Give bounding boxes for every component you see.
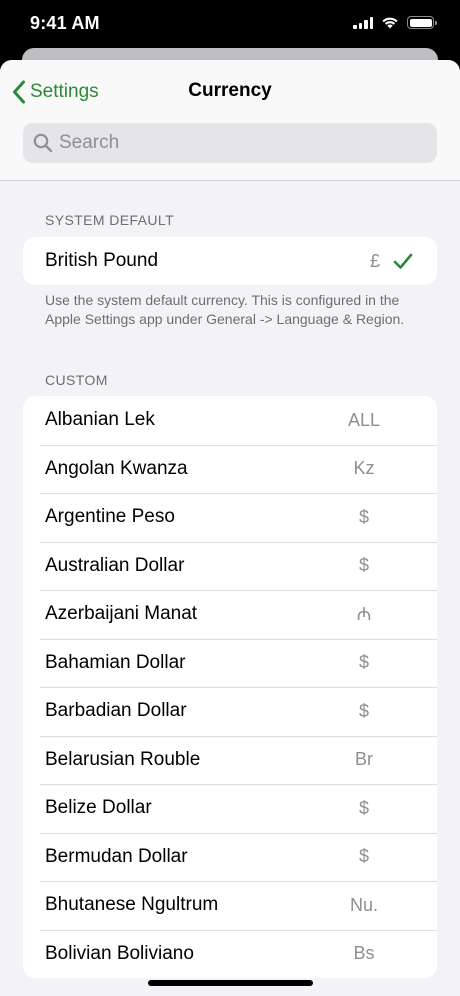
currency-symbol: Kz <box>353 458 375 479</box>
currency-symbol: ALL <box>347 409 381 430</box>
currency-symbol: Br <box>355 749 373 770</box>
status-bar: 9:41 AM <box>0 0 460 50</box>
currency-sheet: Settings Currency SYSTEM DEFAULT British… <box>0 60 460 996</box>
currency-symbol: $ <box>358 506 369 527</box>
currency-symbol: £ <box>369 250 380 271</box>
currency-symbol: $ <box>358 797 369 818</box>
currency-name: Bolivian Boliviano <box>45 942 194 964</box>
currency-symbol: ₼ <box>356 604 372 625</box>
custom-header: CUSTOM <box>45 372 108 388</box>
search-icon <box>33 133 53 153</box>
list-item[interactable]: Bhutanese Ngultrum Nu. <box>23 881 437 930</box>
system-default-row[interactable]: British Pound £ <box>23 237 437 285</box>
list-item[interactable]: Bolivian Boliviano Bs <box>23 929 437 979</box>
list-item[interactable]: Bermudan Dollar $ <box>23 832 437 882</box>
battery-icon <box>407 16 437 29</box>
system-default-group: British Pound £ <box>23 237 437 285</box>
currency-name: Bhutanese Ngultrum <box>45 894 219 916</box>
currency-name: Barbadian Dollar <box>45 700 187 722</box>
currency-name: Belize Dollar <box>45 797 152 819</box>
checkmark-icon <box>393 253 413 269</box>
currency-name: Bermudan Dollar <box>45 845 188 867</box>
list-item[interactable]: Angolan Kwanza Kz <box>23 444 437 494</box>
navigation-bar: Settings Currency <box>0 60 460 181</box>
search-field[interactable] <box>23 123 437 163</box>
list-item[interactable]: Belize Dollar $ <box>23 784 437 833</box>
home-indicator[interactable] <box>148 980 313 986</box>
currency-name: Australian Dollar <box>45 554 185 576</box>
page-title: Currency <box>188 80 272 101</box>
list-item[interactable]: Argentine Peso $ <box>23 493 437 542</box>
status-icons <box>353 16 437 29</box>
currency-symbol: $ <box>358 700 369 721</box>
list-item[interactable]: Australian Dollar $ <box>23 541 437 591</box>
currency-symbol: Bs <box>353 943 375 964</box>
currency-name: Albanian Lek <box>45 409 155 431</box>
currency-symbol: Nu. <box>349 894 378 915</box>
list-item[interactable]: Bahamian Dollar $ <box>23 638 437 688</box>
custom-currency-list: Albanian Lek ALL Angolan Kwanza Kz Argenti… <box>23 396 437 978</box>
list-item[interactable]: Belarusian Rouble Br <box>23 735 437 785</box>
list-item[interactable]: Barbadian Dollar $ <box>23 687 437 736</box>
list-item[interactable]: Albanian Lek ALL <box>23 396 437 445</box>
currency-name: Angolan Kwanza <box>45 457 188 479</box>
currency-symbol: $ <box>358 846 369 867</box>
system-default-header: SYSTEM DEFAULT <box>45 212 175 228</box>
status-time: 9:41 AM <box>30 13 100 33</box>
search-input[interactable] <box>59 132 419 154</box>
list-item[interactable]: Azerbaijani Manat ₼ <box>23 590 437 639</box>
currency-name: Azerbaijani Manat <box>45 603 198 625</box>
currency-name: British Pound <box>45 250 159 271</box>
currency-symbol: $ <box>358 652 369 673</box>
wifi-icon <box>382 17 398 29</box>
system-default-footer: Use the system default currency. This is… <box>45 292 405 327</box>
cellular-signal-icon <box>353 16 373 29</box>
currency-name: Argentine Peso <box>45 506 175 528</box>
currency-name: Belarusian Rouble <box>45 748 201 770</box>
currency-symbol: $ <box>358 555 369 576</box>
currency-name: Bahamian Dollar <box>45 651 186 673</box>
